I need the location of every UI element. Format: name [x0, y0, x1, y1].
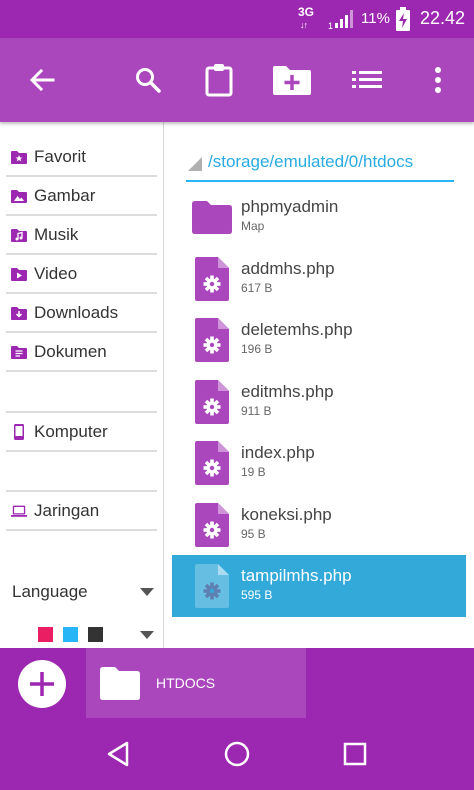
sidebar-item-label: Dokumen [34, 341, 107, 361]
folder-row[interactable]: phpmyadmin Map [172, 186, 466, 248]
path-breadcrumb[interactable]: /storage/emulated/0/htdocs [186, 152, 454, 182]
list-view-button[interactable] [343, 56, 391, 104]
file-name: deletemhs.php [241, 320, 353, 339]
sidebar-item-komputer[interactable]: Komputer [6, 413, 157, 452]
video-folder-icon [11, 266, 27, 282]
sidebar-item-favorit[interactable]: Favorit [6, 138, 157, 177]
laptop-icon [11, 503, 27, 519]
theme-swatch-blue[interactable] [63, 627, 78, 642]
path-corner-icon [188, 157, 202, 171]
nav-back-icon [107, 741, 129, 767]
sidebar-item-label: Downloads [34, 302, 119, 322]
theme-swatch-pink[interactable] [38, 627, 53, 642]
file-name: tampilmhs.php [241, 566, 352, 585]
overflow-menu-icon [435, 67, 441, 93]
php-file-icon [192, 502, 232, 547]
sidebar-item-video[interactable]: Video [6, 255, 157, 294]
document-folder-icon [11, 344, 27, 360]
folder-tab-label: HTDOCS [156, 675, 216, 691]
sidebar-item-downloads[interactable]: Downloads [6, 294, 157, 333]
folder-icon [192, 195, 232, 239]
sidebar-item-label: Favorit [34, 146, 86, 166]
php-file-icon [192, 441, 232, 485]
sidebar-item-label: Musik [34, 224, 79, 244]
list-view-icon [352, 71, 382, 88]
nav-home-icon [224, 741, 250, 767]
favorite-folder-icon [11, 149, 27, 165]
file-size: 617 B [241, 280, 273, 295]
nav-recents-button[interactable] [335, 734, 375, 774]
sidebar-spacer-2 [6, 453, 157, 492]
file-size: 95 B [241, 526, 266, 541]
clipboard-button[interactable] [195, 56, 243, 104]
sim-slot-indicator: 1 [328, 21, 334, 31]
language-dropdown-icon[interactable] [140, 588, 154, 596]
file-row[interactable]: koneksi.php 95 B [172, 494, 466, 556]
new-folder-button[interactable] [268, 56, 316, 104]
file-row[interactable]: editmhs.php 911 B [172, 371, 466, 433]
sidebar-item-dokumen[interactable]: Dokumen [6, 333, 157, 372]
php-file-icon [192, 379, 232, 424]
image-folder-icon [11, 188, 27, 204]
file-size: 911 B [241, 403, 272, 418]
sidebar-item-label: Komputer [34, 421, 108, 441]
sidebar-item-label: Video [34, 263, 78, 283]
php-file-icon [192, 256, 232, 301]
nav-recents-icon [343, 742, 367, 766]
network-type: 3G [298, 5, 315, 19]
download-folder-icon [11, 305, 27, 321]
battery-charging-icon [396, 7, 410, 31]
php-file-icon [192, 564, 232, 608]
action-toolbar [0, 38, 474, 122]
sidebar-item-label: Gambar [34, 185, 96, 205]
file-row[interactable]: addmhs.php 617 B [172, 248, 466, 310]
file-type: Map [241, 219, 265, 233]
file-size: 595 B [241, 588, 273, 602]
path-text: /storage/emulated/0/htdocs [208, 152, 414, 171]
search-icon [136, 68, 161, 93]
nav-back-button[interactable] [98, 734, 138, 774]
clipboard-icon [205, 64, 233, 97]
music-folder-icon [11, 227, 27, 243]
navigation-drawer: Favorit Gambar Musik Video Downloads Dok… [0, 122, 164, 648]
file-name: phpmyadmin [241, 197, 339, 216]
theme-dropdown-icon[interactable] [140, 631, 154, 639]
system-navigation-bar [0, 720, 474, 790]
sidebar-item-musik[interactable]: Musik [6, 216, 157, 255]
file-row[interactable]: index.php 19 B [172, 432, 466, 494]
back-button[interactable] [18, 56, 66, 104]
signal-icon [335, 10, 353, 28]
phone-icon [11, 423, 27, 440]
screen: 3G ↓↑ 1 11% 22.42 Favorit Gambar Musik V… [0, 0, 474, 790]
file-size: 196 B [241, 342, 273, 356]
search-button[interactable] [124, 56, 172, 104]
file-name: editmhs.php [241, 381, 334, 401]
overflow-menu-button[interactable] [414, 56, 462, 104]
bottom-action-bar: HTDOCS [0, 648, 474, 720]
status-bar: 3G ↓↑ 1 11% 22.42 [0, 0, 474, 38]
plus-icon [30, 672, 54, 696]
folder-icon [100, 667, 140, 700]
new-folder-icon [273, 66, 311, 95]
sidebar-item-gambar[interactable]: Gambar [6, 177, 157, 216]
php-file-icon [192, 318, 232, 362]
file-row[interactable]: deletemhs.php 196 B [172, 309, 466, 371]
file-name: index.php [241, 443, 315, 462]
language-label[interactable]: Language [12, 582, 88, 602]
theme-swatch-dark[interactable] [88, 627, 103, 642]
clock: 22.42 [420, 8, 466, 28]
sidebar-spacer-1 [6, 374, 157, 413]
file-name: addmhs.php [241, 258, 335, 278]
sidebar-item-jaringan[interactable]: Jaringan [6, 492, 157, 531]
file-name: koneksi.php [241, 504, 332, 524]
back-arrow-icon [29, 68, 55, 92]
file-row[interactable]: tampilmhs.php 595 B [172, 555, 466, 617]
battery-percent: 11% [361, 10, 390, 27]
add-button[interactable] [18, 660, 66, 708]
network-activity-arrows: ↓↑ [300, 20, 308, 30]
nav-home-button[interactable] [217, 734, 257, 774]
file-size: 19 B [241, 465, 266, 479]
folder-tab-htdocs[interactable]: HTDOCS [86, 648, 306, 718]
sidebar-item-label: Jaringan [34, 500, 100, 520]
